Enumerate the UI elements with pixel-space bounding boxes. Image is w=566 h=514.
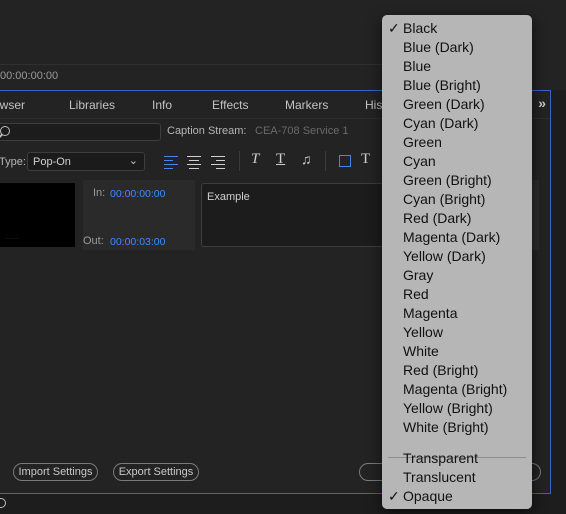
search-input[interactable] — [0, 123, 161, 141]
caption-thumbnail: ······· — [0, 183, 75, 247]
check-icon: ✓ — [388, 488, 400, 504]
tab-info[interactable]: Info — [152, 98, 172, 112]
menu-item-white-bright[interactable]: White (Bright) — [382, 418, 532, 437]
menu-item-blue[interactable]: Blue — [382, 57, 532, 76]
toolbar-divider — [239, 151, 240, 171]
text-color-icon[interactable]: T — [361, 151, 370, 168]
caption-text: Example — [207, 191, 250, 203]
tab-browser[interactable]: owser — [0, 98, 25, 112]
menu-item-blue-bright[interactable]: Blue (Bright) — [382, 76, 532, 95]
underline-icon[interactable]: T — [276, 151, 285, 168]
more-tabs-icon[interactable]: » — [538, 95, 546, 111]
timecode-display: 00:00:00:00 — [0, 70, 59, 82]
menu-item-yellow-bright[interactable]: Yellow (Bright) — [382, 399, 532, 418]
music-note-icon[interactable]: ♫ — [301, 151, 312, 167]
menu-item-magenta-bright[interactable]: Magenta (Bright) — [382, 380, 532, 399]
menu-item-red-bright[interactable]: Red (Bright) — [382, 361, 532, 380]
menu-item-yellow[interactable]: Yellow — [382, 323, 532, 342]
menu-item-cyan-bright[interactable]: Cyan (Bright) — [382, 190, 532, 209]
italic-icon[interactable]: T — [251, 151, 259, 168]
menu-item-green-bright[interactable]: Green (Bright) — [382, 171, 532, 190]
chevron-down-icon: ⌄ — [128, 155, 138, 167]
menu-item-translucent[interactable]: Translucent — [382, 468, 532, 487]
export-settings-button[interactable]: Export Settings — [113, 463, 199, 481]
color-dropdown-menu: ✓ Black Blue (Dark) Blue Blue (Bright) Gr… — [382, 15, 532, 509]
circle-icon[interactable] — [0, 498, 6, 508]
caption-stream-value[interactable]: CEA-708 Service 1 — [255, 125, 349, 137]
menu-item-red[interactable]: Red — [382, 285, 532, 304]
menu-item-magenta-dark[interactable]: Magenta (Dark) — [382, 228, 532, 247]
align-center-icon[interactable] — [187, 153, 201, 169]
in-timecode[interactable]: 00:00:00:00 — [110, 188, 165, 200]
type-label: Type: — [0, 156, 26, 168]
menu-item-opaque[interactable]: ✓ Opaque — [382, 487, 532, 506]
menu-item-yellow-dark[interactable]: Yellow (Dark) — [382, 247, 532, 266]
menu-item-cyan-dark[interactable]: Cyan (Dark) — [382, 114, 532, 133]
toolbar-divider — [325, 151, 326, 171]
check-icon: ✓ — [388, 20, 400, 36]
menu-item-green-dark[interactable]: Green (Dark) — [382, 95, 532, 114]
menu-item-cyan[interactable]: Cyan — [382, 152, 532, 171]
type-select-value: Pop-On — [33, 156, 71, 168]
tab-markers[interactable]: Markers — [285, 98, 328, 112]
menu-item-white[interactable]: White — [382, 342, 532, 361]
divider — [0, 64, 410, 65]
menu-item-magenta[interactable]: Magenta — [382, 304, 532, 323]
menu-item-gray[interactable]: Gray — [382, 266, 532, 285]
menu-item-green[interactable]: Green — [382, 133, 532, 152]
menu-item-red-dark[interactable]: Red (Dark) — [382, 209, 532, 228]
background-color-icon[interactable] — [339, 155, 351, 167]
caption-timing: In: 00:00:00:00 Out: 00:00:03:00 — [83, 180, 195, 250]
type-select[interactable]: Pop-On ⌄ — [27, 152, 145, 171]
import-settings-button[interactable]: Import Settings — [13, 463, 98, 481]
align-left-icon[interactable] — [164, 153, 178, 169]
in-label: In: — [93, 187, 106, 199]
menu-item-blue-dark[interactable]: Blue (Dark) — [382, 38, 532, 57]
align-right-icon[interactable] — [211, 153, 225, 169]
menu-item-transparent[interactable]: Transparent — [382, 449, 532, 468]
menu-item-black[interactable]: ✓ Black — [382, 19, 532, 38]
caption-stream-label: Caption Stream: — [167, 125, 247, 137]
tab-libraries[interactable]: Libraries — [69, 98, 115, 112]
out-timecode[interactable]: 00:00:03:00 — [110, 236, 165, 248]
search-icon — [0, 126, 10, 136]
out-label: Out: — [83, 235, 104, 247]
tab-effects[interactable]: Effects — [212, 98, 248, 112]
